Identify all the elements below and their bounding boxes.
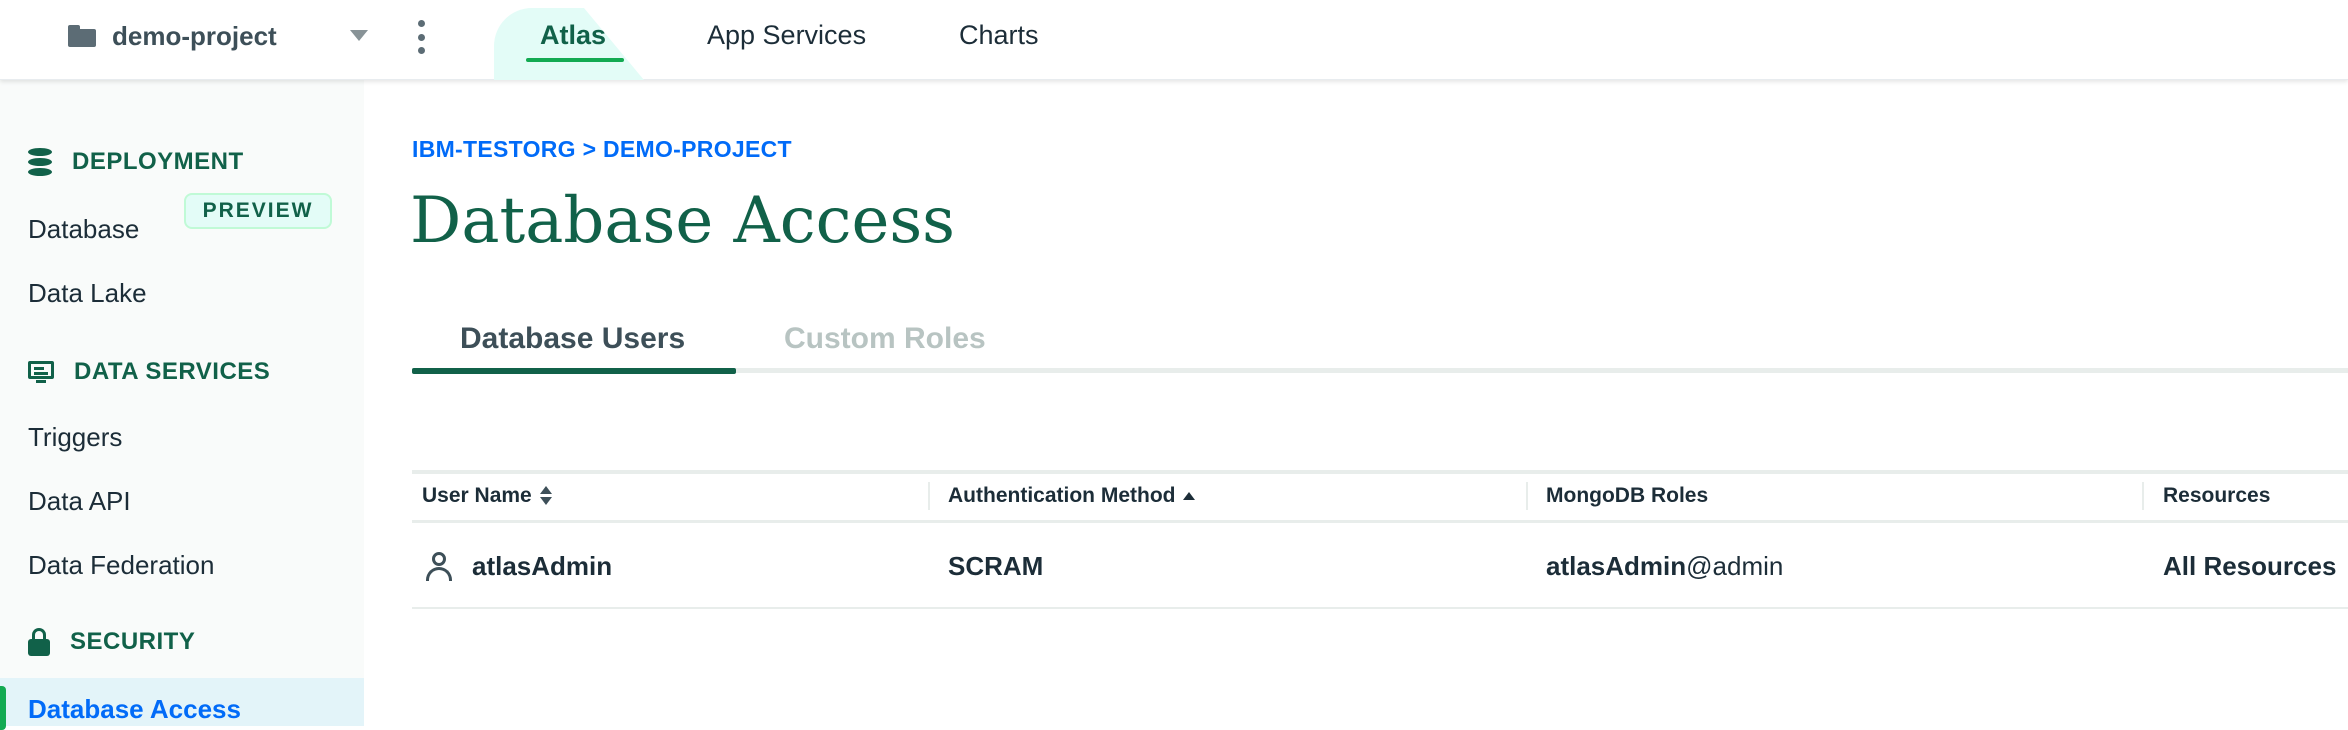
lock-icon	[28, 628, 50, 656]
column-header-authentication-method[interactable]: Authentication Method	[948, 484, 1196, 508]
project-selector[interactable]: demo-project	[68, 18, 277, 54]
sidebar-item-data-lake[interactable]: Data Lake	[28, 278, 147, 309]
tab-active-indicator	[412, 368, 736, 374]
column-header-mongodb-roles: MongoDB Roles	[1546, 484, 1708, 508]
sidebar-active-indicator	[0, 686, 6, 730]
sidebar-section-data-services: DATA SERVICES	[28, 358, 270, 386]
sidebar-item-data-api[interactable]: Data API	[28, 486, 131, 517]
table-header-border	[412, 520, 2348, 523]
cell-user-name: atlasAdmin	[472, 551, 613, 581]
column-divider	[1526, 482, 1528, 510]
column-header-resources: Resources	[2163, 484, 2270, 508]
top-navigation-bar: demo-project Atlas App Services Charts	[0, 0, 2348, 80]
role-database: @admin	[1686, 551, 1784, 581]
sort-icon[interactable]	[539, 486, 552, 506]
nav-tab-active-indicator	[526, 58, 624, 62]
column-header-user-name[interactable]: User Name	[422, 484, 552, 508]
breadcrumb[interactable]: IBM-TESTORG > DEMO-PROJECT	[412, 136, 792, 163]
sidebar-section-title: SECURITY	[70, 628, 196, 655]
sort-ascending-icon[interactable]	[1183, 492, 1196, 500]
preview-badge: PREVIEW	[184, 193, 332, 229]
chevron-down-icon[interactable]	[350, 30, 368, 41]
nav-tab-atlas[interactable]: Atlas	[540, 20, 606, 51]
more-options-icon[interactable]	[417, 20, 425, 54]
cell-auth-method: SCRAM	[948, 551, 1044, 581]
sidebar-section-security: SECURITY	[28, 628, 195, 656]
role-user: atlasAdmin	[1546, 551, 1687, 581]
project-name: demo-project	[112, 20, 277, 51]
cell-resources: All Resources	[2163, 551, 2337, 581]
sidebar-section-title: DEPLOYMENT	[72, 148, 244, 175]
sidebar-item-data-federation[interactable]: Data Federation	[28, 550, 214, 581]
sidebar-item-database[interactable]: Database	[28, 214, 139, 245]
monitor-icon	[28, 361, 54, 383]
page-title: Database Access	[410, 184, 955, 258]
column-divider	[2142, 482, 2144, 510]
cell-mongodb-roles: atlasAdmin@admin	[1546, 551, 1783, 582]
column-header-label: Authentication Method	[948, 484, 1176, 507]
tab-database-users[interactable]: Database Users	[460, 322, 685, 356]
column-header-label: Resources	[2163, 484, 2271, 507]
column-header-label: MongoDB Roles	[1546, 484, 1709, 507]
sidebar-section-title: DATA SERVICES	[74, 358, 271, 385]
sidebar-section-deployment: DEPLOYMENT	[28, 148, 244, 176]
nav-tab-app-services[interactable]: App Services	[707, 20, 866, 51]
sidebar-item-database-access[interactable]: Database Access	[28, 694, 241, 725]
table-row-border	[412, 607, 2348, 609]
tab-custom-roles[interactable]: Custom Roles	[784, 322, 986, 356]
sidebar-item-triggers[interactable]: Triggers	[28, 422, 122, 453]
column-divider	[928, 482, 930, 510]
table-top-border	[412, 470, 2348, 474]
nav-tab-charts[interactable]: Charts	[959, 20, 1039, 51]
folder-icon	[68, 25, 96, 47]
column-header-label: User Name	[422, 484, 532, 507]
user-icon	[424, 552, 454, 582]
database-icon	[28, 148, 52, 176]
